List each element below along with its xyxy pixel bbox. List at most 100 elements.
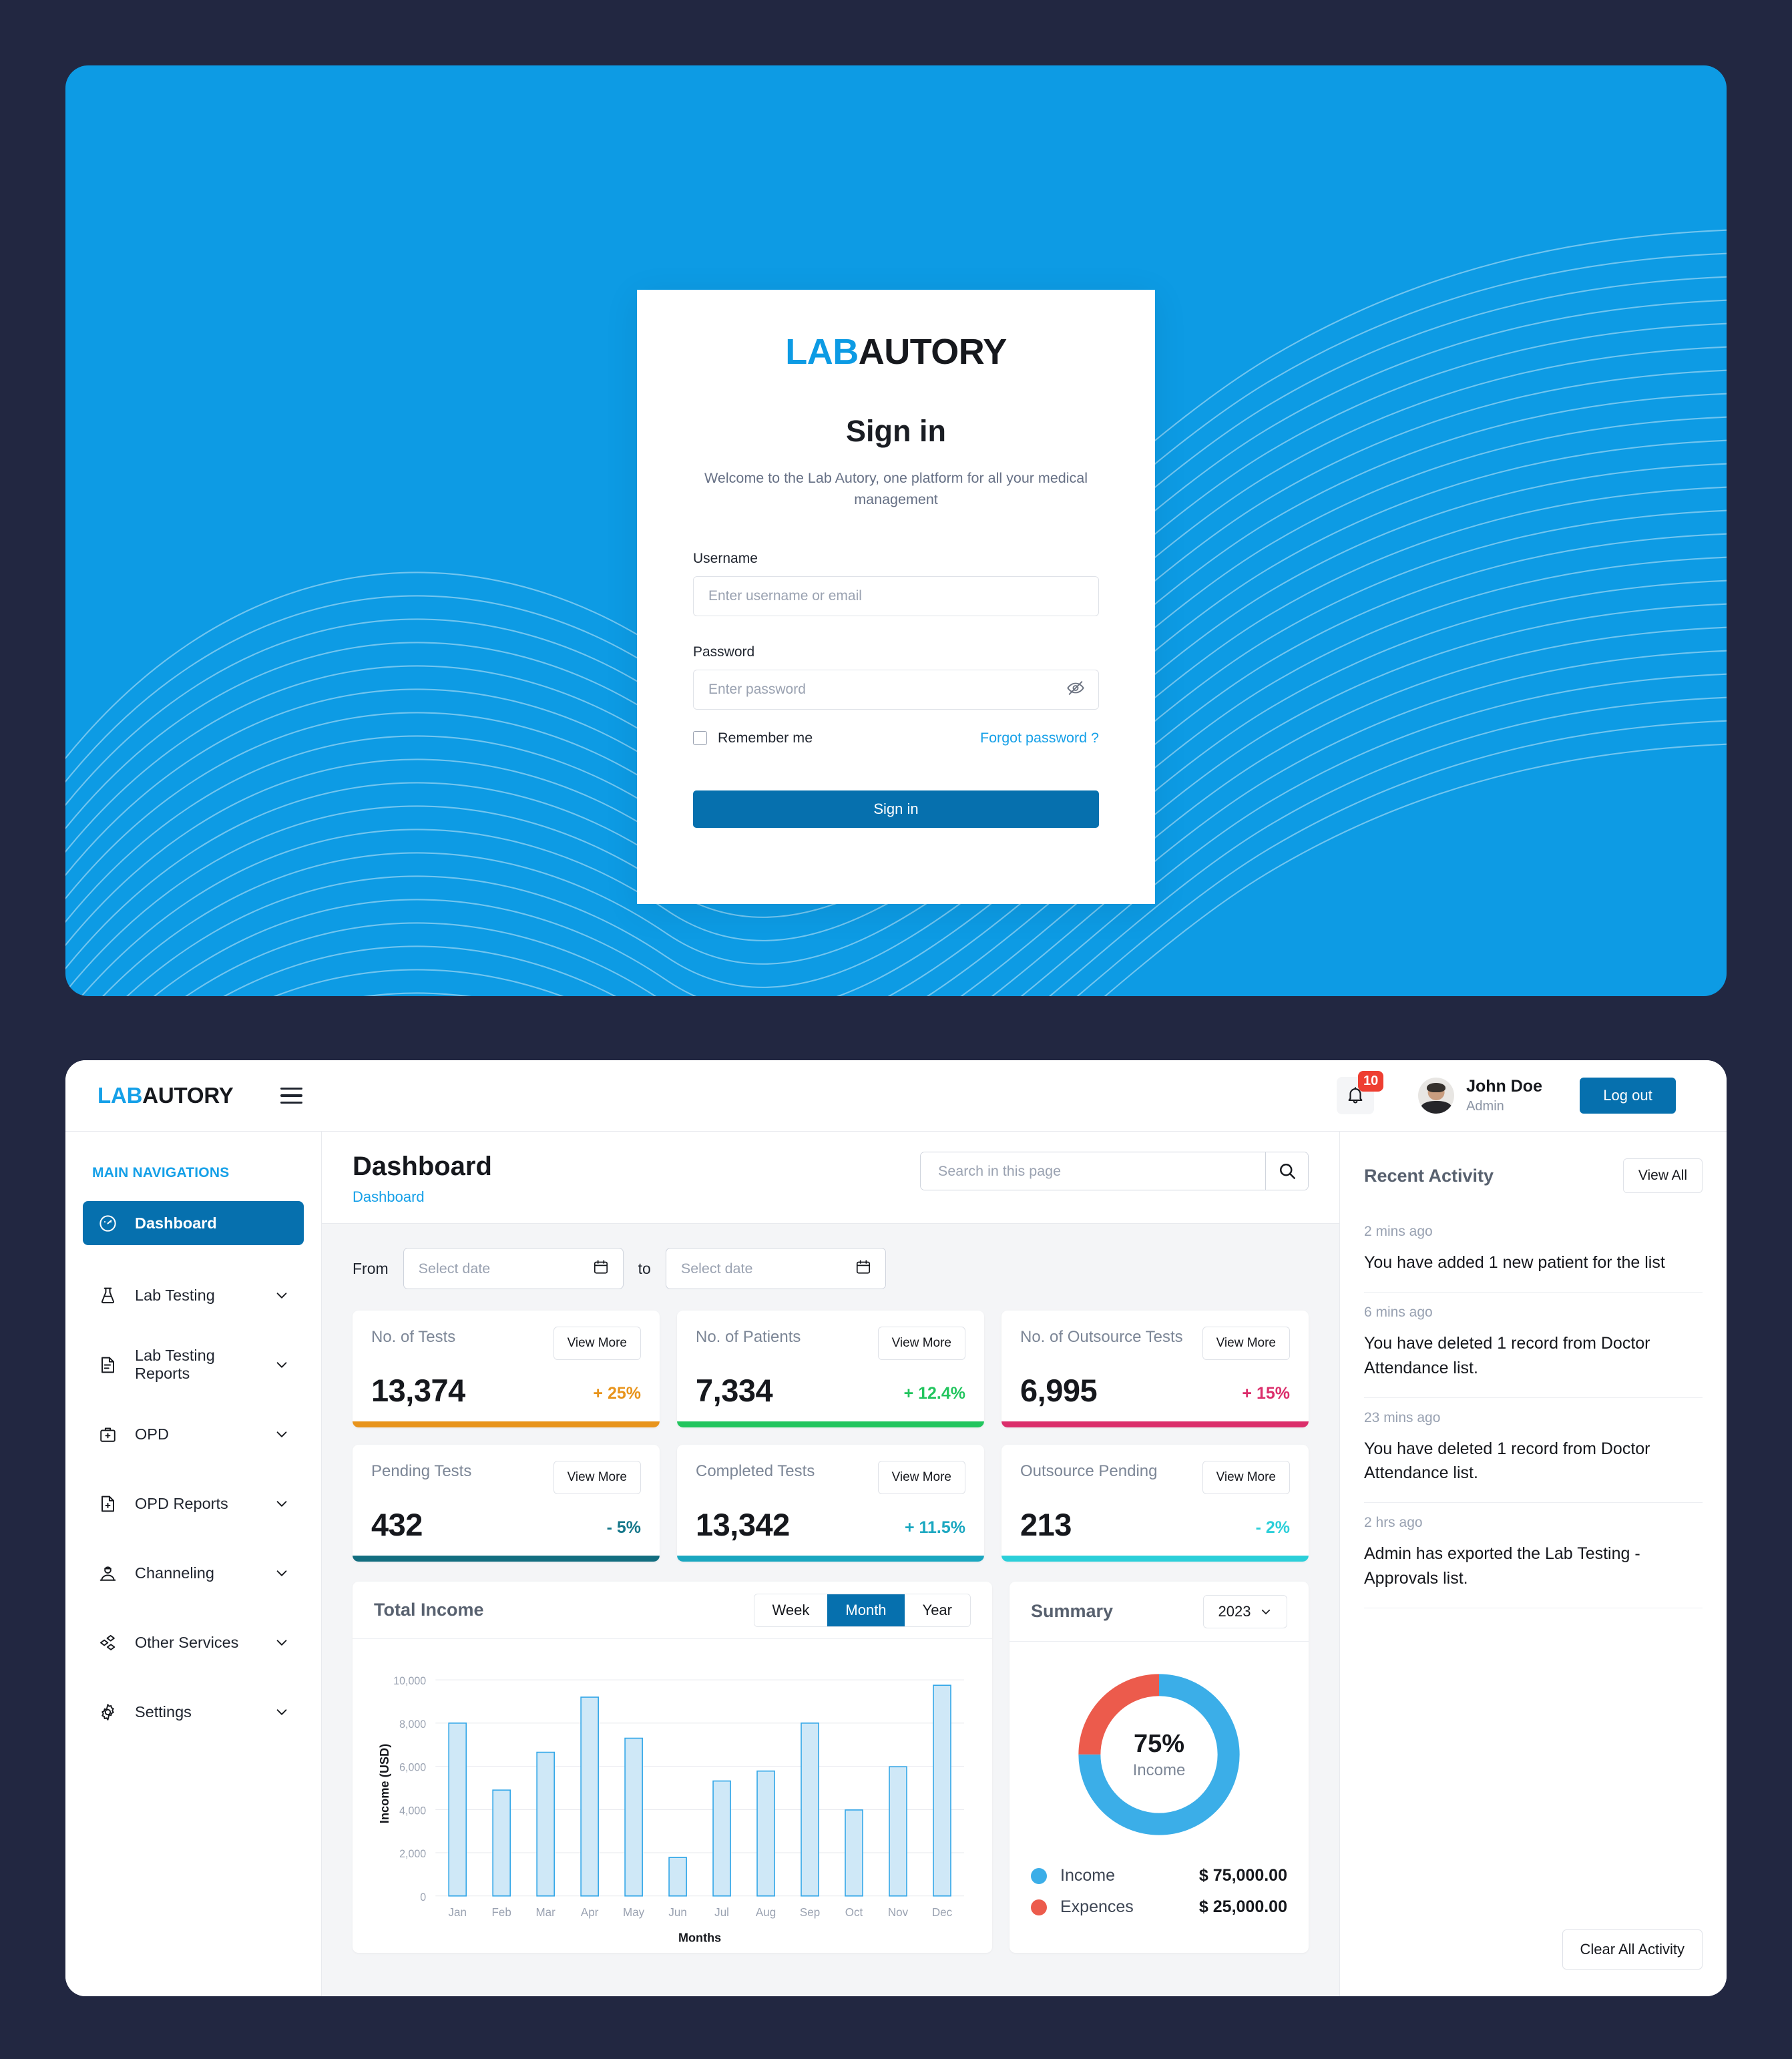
chevron-down-icon[interactable] — [274, 1704, 289, 1719]
stat-card-accent-bar — [1001, 1556, 1309, 1562]
search-placeholder: Search in this page — [938, 1162, 1062, 1179]
sidebar-item-dashboard[interactable]: Dashboard — [83, 1201, 304, 1245]
user-menu[interactable]: John Doe Admin — [1418, 1076, 1542, 1114]
stat-card-label: Pending Tests — [371, 1462, 472, 1480]
view-all-activity-button[interactable]: View All — [1622, 1158, 1703, 1193]
page-title-block: Dashboard Dashboard — [353, 1152, 492, 1206]
view-more-button[interactable]: View More — [877, 1461, 965, 1494]
stat-card-accent-bar — [1001, 1421, 1309, 1427]
stat-card-value: 13,374 — [371, 1373, 465, 1408]
to-date-input[interactable]: Select date — [665, 1248, 886, 1289]
svg-text:Mar: Mar — [535, 1905, 555, 1919]
activity-item: 2 hrs ago Admin has exported the Lab Test… — [1364, 1503, 1703, 1608]
signin-submit-button[interactable]: Sign in — [693, 790, 1099, 828]
notifications-button[interactable]: 10 — [1337, 1071, 1384, 1114]
from-label: From — [353, 1259, 389, 1277]
document-plus-icon — [97, 1494, 118, 1514]
date-range-filter: From Select date to Select date — [353, 1248, 1309, 1289]
legend-color-dot — [1031, 1867, 1047, 1884]
gear-icon — [97, 1702, 118, 1722]
sidebar-item-opd[interactable]: OPD — [83, 1412, 304, 1456]
stat-card-delta: - 2% — [1255, 1518, 1290, 1537]
hamburger-menu-icon[interactable] — [280, 1088, 302, 1104]
calendar-icon[interactable] — [592, 1259, 610, 1279]
clear-all-activity-button[interactable]: Clear All Activity — [1562, 1929, 1703, 1970]
chevron-down-icon[interactable] — [274, 1566, 289, 1580]
to-label: to — [638, 1259, 651, 1277]
sidebar-item-channeling[interactable]: Channeling — [83, 1551, 304, 1595]
year-select[interactable]: 2023 — [1203, 1594, 1287, 1628]
username-input[interactable]: Enter username or email — [693, 576, 1099, 616]
income-bar-chart: 0 2,000 4,000 6,000 8,000 10,000 Jan Feb Mar Apr M… — [353, 1639, 992, 1953]
view-more-button[interactable]: View More — [1202, 1327, 1290, 1360]
breadcrumb[interactable]: Dashboard — [353, 1188, 492, 1206]
year-select-value: 2023 — [1218, 1602, 1251, 1620]
sidebar-item-label: OPD Reports — [135, 1494, 228, 1512]
search-button[interactable] — [1265, 1152, 1308, 1190]
svg-text:Dec: Dec — [932, 1905, 953, 1919]
stat-card: No. of Outsource Tests View More 6,995 + 15… — [1001, 1311, 1309, 1427]
svg-text:Nov: Nov — [888, 1905, 909, 1919]
legend-label: Income — [1060, 1866, 1115, 1885]
sidebar-item-opd-reports[interactable]: OPD Reports — [83, 1481, 304, 1526]
view-more-button[interactable]: View More — [1202, 1461, 1290, 1494]
svg-text:Income (USD): Income (USD) — [378, 1744, 391, 1824]
stat-card: Completed Tests View More 13,342 + 11.5% — [677, 1445, 984, 1562]
summary-panel-header: Summary 2023 — [1010, 1582, 1309, 1642]
legend-item: Income $ 75,000.00 — [1031, 1866, 1287, 1885]
activity-text: Admin has exported the Lab Testing - App… — [1364, 1544, 1640, 1588]
activity-footer: Clear All Activity — [1364, 1929, 1703, 1996]
user-name: John Doe — [1466, 1077, 1542, 1096]
stat-card: No. of Tests View More 13,374 + 25% — [353, 1311, 660, 1427]
username-field-group: Username Enter username or email — [693, 551, 1099, 616]
view-more-button[interactable]: View More — [553, 1327, 641, 1360]
sidebar-item-lab-testing[interactable]: Lab Testing — [83, 1273, 304, 1317]
password-input[interactable]: Enter password — [693, 669, 1099, 710]
activity-text: You have deleted 1 record from Doctor At… — [1364, 1334, 1650, 1377]
topbar-logo[interactable]: LABAUTORY — [97, 1083, 234, 1108]
login-screen-panel: LABAUTORY Sign in Welcome to the Lab Aut… — [65, 65, 1727, 996]
view-more-button[interactable]: View More — [553, 1461, 641, 1494]
calendar-icon[interactable] — [855, 1259, 872, 1279]
range-week-button[interactable]: Week — [754, 1594, 828, 1626]
activity-text: You have deleted 1 record from Doctor At… — [1364, 1439, 1650, 1482]
notification-count-badge: 10 — [1358, 1071, 1384, 1092]
stat-card-delta: + 25% — [593, 1384, 641, 1403]
checkbox-box — [693, 730, 707, 745]
search-input[interactable]: Search in this page — [921, 1152, 1265, 1190]
stat-card-accent-bar — [677, 1421, 984, 1427]
activity-list: 2 mins ago You have added 1 new patient f… — [1364, 1212, 1703, 1608]
gauge-icon — [97, 1213, 118, 1233]
topbar-right-group: 10 John Doe Admin Log out — [1337, 1071, 1676, 1114]
forgot-password-link[interactable]: Forgot password ? — [980, 730, 1099, 746]
stat-card: No. of Patients View More 7,334 + 12.4% — [677, 1311, 984, 1427]
stat-card-top: Pending Tests View More — [371, 1461, 641, 1494]
stat-card-bottom: 13,342 + 11.5% — [696, 1506, 965, 1543]
page-search: Search in this page — [920, 1152, 1309, 1190]
eye-off-icon[interactable] — [1066, 678, 1085, 700]
sidebar-item-lab-testing-reports[interactable]: Lab Testing Reports — [83, 1343, 304, 1387]
flask-icon — [97, 1285, 118, 1305]
range-year-button[interactable]: Year — [904, 1594, 970, 1626]
logout-button[interactable]: Log out — [1580, 1078, 1676, 1114]
chevron-down-icon[interactable] — [274, 1496, 289, 1511]
from-date-input[interactable]: Select date — [403, 1248, 624, 1289]
stat-card-label: No. of Tests — [371, 1328, 456, 1346]
sidebar-item-settings[interactable]: Settings — [83, 1690, 304, 1734]
logo-text-lab: LAB — [785, 332, 859, 372]
legend-label: Expences — [1060, 1897, 1134, 1916]
svg-text:Jun: Jun — [668, 1905, 686, 1919]
view-more-button[interactable]: View More — [877, 1327, 965, 1360]
stat-card-delta: + 12.4% — [903, 1384, 965, 1403]
dashboard-content: From Select date to Select date No. of T… — [322, 1224, 1339, 1996]
chevron-down-icon[interactable] — [274, 1427, 289, 1441]
sidebar-item-other-services[interactable]: Other Services — [83, 1620, 304, 1664]
remember-me-checkbox[interactable]: Remember me — [693, 730, 813, 746]
chevron-down-icon[interactable] — [274, 1635, 289, 1650]
svg-text:10,000: 10,000 — [393, 1675, 426, 1687]
range-month-button[interactable]: Month — [827, 1594, 905, 1626]
username-label: Username — [693, 550, 758, 566]
activity-text: You have added 1 new patient for the lis… — [1364, 1253, 1665, 1272]
chevron-down-icon[interactable] — [274, 1357, 289, 1372]
chevron-down-icon[interactable] — [274, 1288, 289, 1303]
